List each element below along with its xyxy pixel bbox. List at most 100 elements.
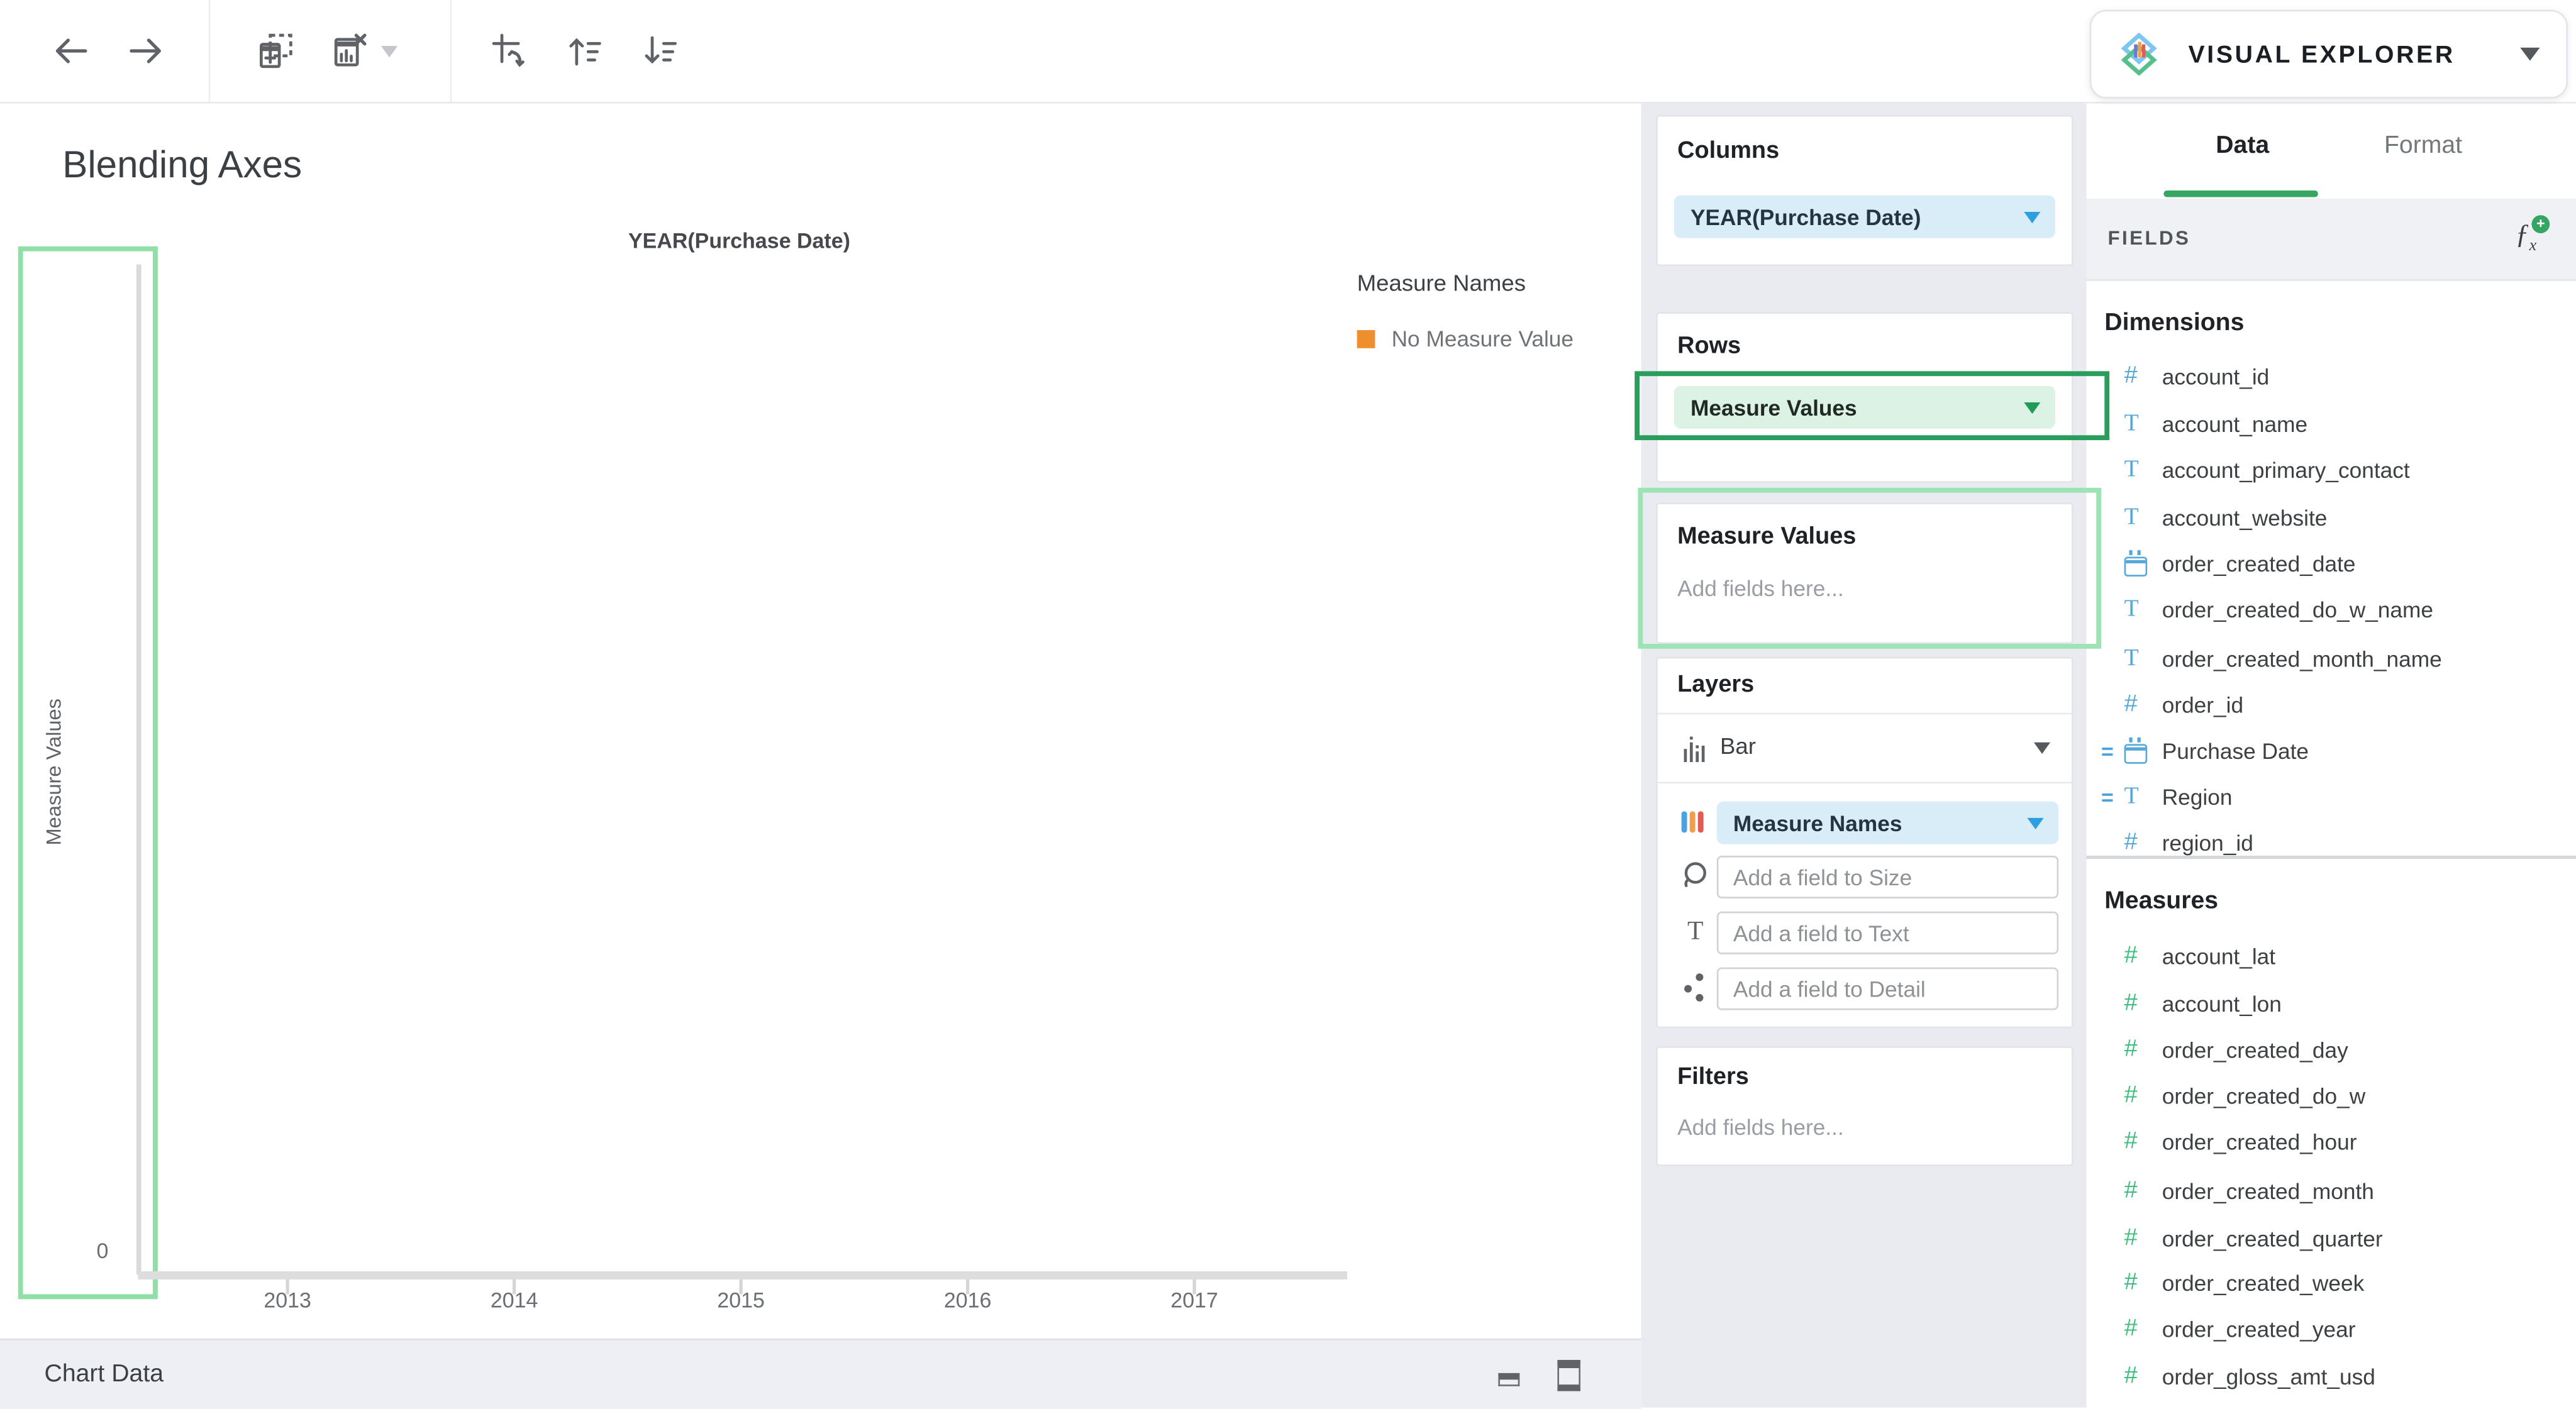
back-arrow-icon[interactable] — [51, 31, 91, 71]
x-axis-line — [138, 1271, 1347, 1279]
legend-item-label: No Measure Value — [1392, 327, 1574, 351]
pill-caret-icon[interactable] — [2028, 817, 2044, 829]
minimize-icon[interactable] — [1498, 1373, 1519, 1386]
field-order-created-date[interactable]: order_created_date — [2087, 548, 2576, 578]
divider — [2087, 856, 2576, 858]
duplicate-chart-icon[interactable] — [257, 31, 296, 71]
date-icon — [2124, 743, 2148, 763]
forward-arrow-icon[interactable] — [126, 31, 166, 71]
mark-type-select[interactable]: Bar — [1720, 732, 1756, 759]
field-order-created-month-name[interactable]: Torder_created_month_name — [2087, 644, 2576, 673]
field-order-gloss-amt-usd[interactable]: #order_gloss_amt_usd — [2087, 1362, 2576, 1391]
color-icon[interactable] — [1679, 802, 1712, 841]
detail-field-input[interactable] — [1717, 968, 2058, 1010]
layers-title: Layers — [1677, 671, 1754, 698]
columns-shelf[interactable]: Columns YEAR(Purchase Date) — [1656, 115, 2074, 266]
tab-data[interactable]: Data — [2201, 131, 2284, 159]
chart-title: Blending Axes — [62, 143, 302, 187]
field-region[interactable]: =TRegion — [2087, 782, 2576, 811]
equals-calculated-icon: = — [2101, 784, 2124, 809]
number-icon: # — [2124, 363, 2138, 389]
text-icon: T — [2124, 504, 2139, 531]
text-icon: T — [2124, 783, 2139, 810]
x-axis-tick-label: 2014 — [465, 1288, 564, 1312]
color-pill-measure-names[interactable]: Measure Names — [1717, 802, 2058, 844]
number-icon: # — [2124, 1036, 2138, 1063]
chart-canvas: Blending Axes YEAR(Purchase Date) Measur… — [0, 102, 1643, 1339]
number-icon: # — [2124, 990, 2138, 1017]
number-icon: # — [2124, 1129, 2138, 1155]
shelf-panel: Columns YEAR(Purchase Date) Rows Measure… — [1641, 102, 2089, 1408]
field-order-id[interactable]: #order_id — [2087, 690, 2576, 719]
field-order-created-do-w[interactable]: #order_created_do_w — [2087, 1081, 2576, 1110]
pill-caret-icon[interactable] — [2024, 211, 2040, 223]
field-account-id[interactable]: #account_id — [2087, 362, 2576, 391]
sort-descending-icon[interactable] — [641, 31, 680, 71]
rows-pill-measure-values[interactable]: Measure Values — [1674, 386, 2055, 429]
measure-values-shelf[interactable]: Measure Values Add fields here... — [1656, 502, 2074, 644]
field-order-created-week[interactable]: #order_created_week — [2087, 1268, 2576, 1298]
swap-axes-icon[interactable] — [489, 31, 529, 71]
equals-calculated-icon: = — [2101, 738, 2124, 763]
x-axis-tick-label: 2015 — [692, 1288, 791, 1312]
field-order-created-do-w-name[interactable]: Torder_created_do_w_name — [2087, 595, 2576, 624]
chart-data-bar: Chart Data — [0, 1339, 1641, 1409]
field-account-primary-contact[interactable]: Taccount_primary_contact — [2087, 455, 2576, 485]
rows-shelf-title: Rows — [1677, 333, 1741, 360]
field-order-created-month[interactable]: #order_created_month — [2087, 1176, 2576, 1205]
legend-item[interactable]: No Measure Value — [1357, 327, 1574, 351]
pill-label: Measure Names — [1717, 810, 1902, 835]
fields-panel: Data Format FIELDS ƒx+ Dimensions #accou… — [2087, 102, 2576, 1408]
number-icon: # — [2124, 1315, 2138, 1342]
fields-header-label: FIELDS — [2108, 226, 2191, 250]
detail-icon — [1679, 968, 1712, 1007]
tab-format[interactable]: Format — [2369, 131, 2477, 159]
remove-chart-caret-icon[interactable] — [381, 46, 397, 57]
size-icon — [1679, 856, 1712, 895]
x-axis-tick-label: 2016 — [918, 1288, 1017, 1312]
size-field-input[interactable] — [1717, 856, 2058, 898]
x-axis-title: YEAR(Purchase Date) — [460, 228, 1018, 253]
filters-title: Filters — [1677, 1064, 1749, 1091]
divider — [1658, 713, 2072, 715]
columns-shelf-title: Columns — [1677, 138, 1779, 164]
app-title: VISUAL EXPLORER — [2189, 40, 2455, 68]
number-icon: # — [2124, 1225, 2138, 1252]
field-account-lon[interactable]: #account_lon — [2087, 989, 2576, 1019]
pill-caret-icon[interactable] — [2024, 402, 2040, 413]
function-add-icon[interactable]: ƒx+ — [2515, 218, 2536, 255]
visual-explorer-menu-button[interactable]: VISUAL EXPLORER — [2090, 10, 2568, 99]
toolbar-divider — [209, 0, 211, 102]
field-account-website[interactable]: Taccount_website — [2087, 502, 2576, 532]
text-icon: T — [2124, 644, 2139, 672]
remove-chart-icon[interactable] — [330, 31, 370, 71]
text-icon: T — [2124, 410, 2139, 438]
number-icon: # — [2124, 1363, 2138, 1390]
fields-header-bar: FIELDS ƒx+ — [2087, 199, 2576, 281]
x-axis-tick-label: 2017 — [1145, 1288, 1244, 1312]
pill-label: Measure Values — [1674, 395, 1857, 419]
columns-pill-year-purchase-date[interactable]: YEAR(Purchase Date) — [1674, 196, 2055, 238]
field-order-created-quarter[interactable]: #order_created_quarter — [2087, 1224, 2576, 1253]
field-account-lat[interactable]: #account_lat — [2087, 941, 2576, 971]
field-order-created-year[interactable]: #order_created_year — [2087, 1314, 2576, 1344]
chart-data-label: Chart Data — [45, 1360, 164, 1388]
measure-values-placeholder: Add fields here... — [1677, 577, 1844, 601]
field-order-created-day[interactable]: #order_created_day — [2087, 1035, 2576, 1064]
field-region-id[interactable]: #region_id — [2087, 828, 2576, 858]
measures-title: Measures — [2104, 887, 2218, 915]
filters-shelf[interactable]: Filters Add fields here... — [1656, 1046, 2074, 1166]
field-account-name[interactable]: Taccount_name — [2087, 409, 2576, 438]
sort-ascending-icon[interactable] — [565, 31, 605, 71]
bar-mark-icon — [1679, 729, 1712, 769]
text-field-input[interactable] — [1717, 912, 2058, 954]
maximize-icon[interactable] — [1557, 1360, 1580, 1391]
field-order-created-hour[interactable]: #order_created_hour — [2087, 1127, 2576, 1156]
rows-shelf[interactable]: Rows Measure Values — [1656, 312, 2074, 483]
text-mark-icon: T — [1679, 912, 1712, 951]
measure-values-title: Measure Values — [1677, 524, 1856, 550]
mark-type-caret-icon[interactable] — [2034, 743, 2050, 754]
number-icon: # — [2124, 1178, 2138, 1204]
field-purchase-date[interactable]: =Purchase Date — [2087, 736, 2576, 765]
legend-title: Measure Names — [1357, 269, 1574, 296]
